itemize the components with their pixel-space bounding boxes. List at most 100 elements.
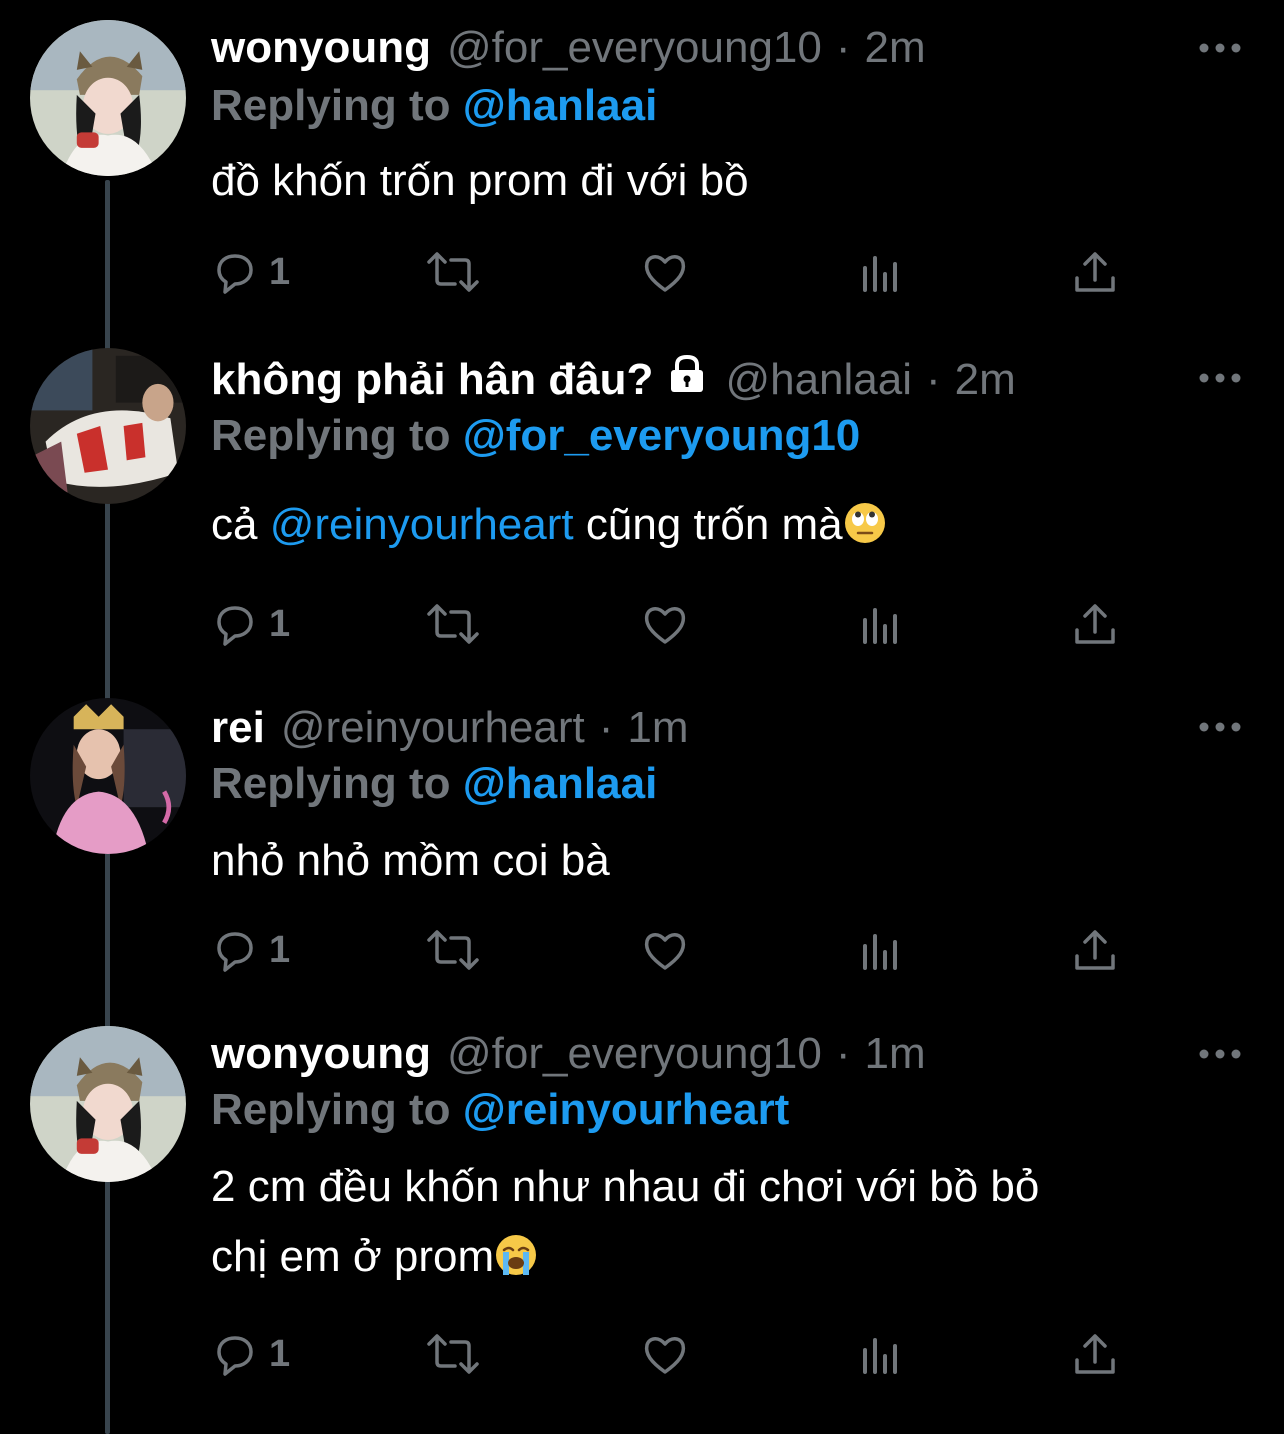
analytics-button[interactable] — [857, 596, 905, 652]
avatar[interactable] — [30, 20, 186, 176]
user-handle[interactable]: @for_everyoung10 — [447, 1026, 822, 1082]
replying-to-label: Replying to — [211, 759, 451, 808]
retweet-icon — [427, 604, 479, 644]
more-icon — [1199, 43, 1241, 53]
retweet-button[interactable] — [425, 1326, 481, 1382]
tweet-text-mention[interactable]: @reinyourheart — [270, 500, 574, 549]
girl-with-cat-hat-avatar-icon — [30, 1026, 186, 1182]
replying-to-label: Replying to — [211, 81, 451, 130]
share-button[interactable] — [1071, 1326, 1119, 1382]
retweet-button[interactable] — [425, 244, 481, 300]
tweet-text-line: chị em ở prom — [211, 1232, 495, 1281]
tweet-actions: 1 — [211, 244, 1131, 300]
avatar[interactable] — [30, 348, 186, 504]
tweet-text-content: nhỏ nhỏ mồm coi bà — [211, 836, 610, 885]
reply-button[interactable]: 1 — [211, 1326, 290, 1382]
tweet-text: nhỏ nhỏ mồm coi bà — [211, 826, 1221, 896]
reply-button[interactable]: 1 — [211, 596, 290, 652]
analytics-icon — [863, 608, 897, 644]
analytics-button[interactable] — [857, 922, 905, 978]
timestamp[interactable]: 1m — [627, 700, 688, 756]
analytics-button[interactable] — [857, 244, 905, 300]
reply-icon — [217, 606, 253, 646]
more-options-button[interactable] — [1196, 368, 1244, 388]
separator-dot: · — [835, 23, 851, 72]
user-handle[interactable]: @for_everyoung10 — [447, 20, 822, 76]
replying-to-line: Replying to @for_everyoung10 — [211, 408, 860, 464]
avatar[interactable]: ✧ — [30, 698, 186, 854]
tweet-text: 2 cm đều khốn như nhau đi chơi với bồ bỏ… — [211, 1152, 1221, 1292]
girl-with-cat-hat-avatar-icon — [30, 20, 186, 176]
replying-to-line: Replying to @hanlaai — [211, 756, 657, 812]
separator-dot: · — [835, 1029, 851, 1078]
tweet-text: đồ khốn trốn prom đi với bồ — [211, 146, 1221, 216]
like-icon — [644, 255, 686, 292]
girl-pink-shirt-avatar-icon: ✧ — [30, 698, 186, 854]
avatar[interactable] — [30, 1026, 186, 1182]
tweet-text-after: cũng trốn mà — [573, 500, 843, 549]
replying-to-label: Replying to — [211, 1085, 451, 1134]
analytics-button[interactable] — [857, 1326, 905, 1382]
separator-dot: · — [598, 703, 614, 752]
display-name[interactable]: rei — [211, 700, 265, 756]
reply-button[interactable]: 1 — [211, 922, 290, 978]
like-button[interactable] — [641, 244, 689, 300]
tweet-text-line: 2 cm đều khốn như nhau đi chơi với bồ bỏ — [211, 1162, 1040, 1211]
reply-icon — [217, 1336, 253, 1376]
timestamp[interactable]: 2m — [955, 352, 1016, 408]
retweet-button[interactable] — [425, 922, 481, 978]
more-options-button[interactable] — [1196, 717, 1244, 737]
jersey-photo-avatar-icon — [30, 348, 186, 504]
replying-to-line: Replying to @reinyourheart — [211, 1082, 789, 1138]
retweet-icon — [427, 252, 479, 292]
retweet-button[interactable] — [425, 596, 481, 652]
analytics-icon — [863, 256, 897, 292]
display-name[interactable]: wonyoung — [211, 20, 431, 76]
share-button[interactable] — [1071, 922, 1119, 978]
display-name[interactable]: wonyoung — [211, 1026, 431, 1082]
like-icon — [644, 933, 686, 970]
like-button[interactable] — [641, 922, 689, 978]
share-icon — [1075, 252, 1115, 292]
more-options-button[interactable] — [1196, 38, 1244, 58]
like-icon — [644, 607, 686, 644]
loudly-crying-face-emoji-icon — [494, 1228, 538, 1275]
replying-to-mention[interactable]: @for_everyoung10 — [463, 411, 860, 460]
retweet-icon — [427, 1334, 479, 1374]
analytics-icon — [863, 1338, 897, 1374]
reply-button[interactable]: 1 — [211, 244, 290, 300]
replying-to-line: Replying to @hanlaai — [211, 78, 657, 134]
tweet-text: cả @reinyourheart cũng trốn mà — [211, 490, 1221, 560]
reply-count: 1 — [269, 928, 291, 971]
reply-count: 1 — [269, 602, 291, 645]
replying-to-label: Replying to — [211, 411, 451, 460]
user-handle[interactable]: @reinyourheart — [281, 700, 585, 756]
replying-to-mention[interactable]: @reinyourheart — [463, 1085, 790, 1134]
more-icon — [1199, 722, 1241, 732]
display-name[interactable]: không phải hân đâu? — [211, 352, 653, 408]
tweet-actions: 1 — [211, 596, 1131, 652]
separator-dot: · — [926, 355, 941, 404]
like-button[interactable] — [641, 596, 689, 652]
tweet-text-line-with-emoji: chị em ở prom — [211, 1222, 1221, 1292]
share-button[interactable] — [1071, 244, 1119, 300]
share-icon — [1075, 604, 1115, 644]
share-icon — [1075, 930, 1115, 970]
more-options-button[interactable] — [1196, 1044, 1244, 1064]
user-handle[interactable]: @hanlaai — [725, 352, 912, 408]
retweet-icon — [427, 930, 479, 970]
svg-text:✧: ✧ — [42, 708, 54, 724]
timestamp[interactable]: 1m — [865, 1026, 926, 1082]
share-icon — [1075, 1334, 1115, 1374]
like-button[interactable] — [641, 1326, 689, 1382]
analytics-icon — [863, 934, 897, 970]
share-button[interactable] — [1071, 596, 1119, 652]
reply-count: 1 — [269, 1332, 291, 1375]
tweet-text-content: đồ khốn trốn prom đi với bồ — [211, 156, 749, 205]
replying-to-mention[interactable]: @hanlaai — [463, 81, 658, 130]
replying-to-mention[interactable]: @hanlaai — [463, 759, 658, 808]
timestamp[interactable]: 2m — [865, 20, 926, 76]
tweet-text-before: cả — [211, 500, 270, 549]
more-icon — [1199, 1049, 1241, 1059]
tweet-actions: 1 — [211, 1326, 1131, 1382]
